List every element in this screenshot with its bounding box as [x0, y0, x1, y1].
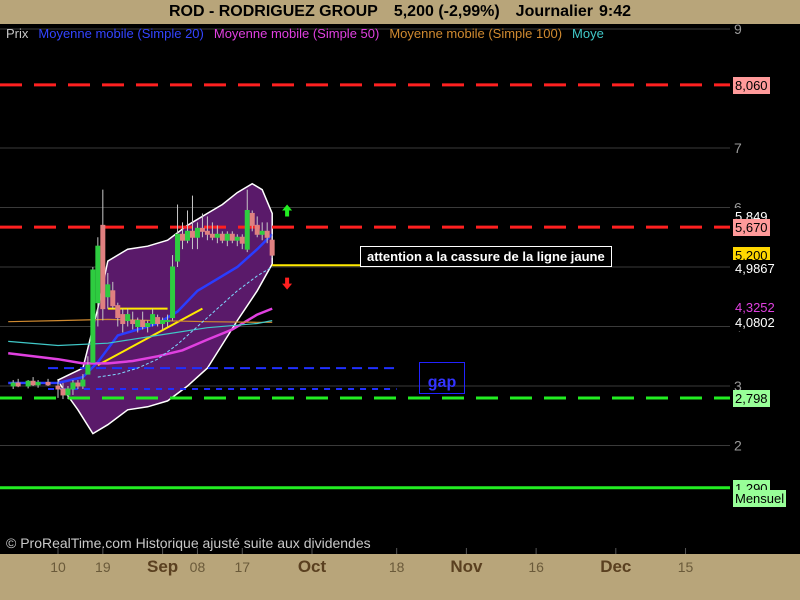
candle-body: [115, 305, 121, 319]
price-tag: 4,0802: [733, 313, 777, 331]
candle-body: [244, 209, 250, 250]
candle-body: [30, 380, 36, 386]
legend-item[interactable]: Moye: [572, 26, 604, 41]
candle-body: [105, 284, 111, 298]
candle-body: [60, 388, 66, 396]
candle-body: [180, 233, 186, 241]
candle-body: [234, 236, 240, 241]
candle-body: [90, 269, 96, 363]
x-tick-label: Oct: [298, 557, 327, 576]
x-tick-label: Dec: [600, 557, 631, 576]
price-tag: 4,9867: [733, 259, 777, 277]
candle-body: [95, 245, 101, 304]
candle-body: [80, 379, 86, 387]
candle-body: [259, 230, 265, 235]
candle-body: [184, 230, 190, 241]
candle-body: [15, 382, 21, 387]
price-tag: 5,670: [733, 219, 770, 237]
candle-body: [165, 320, 171, 323]
arrow-down-icon: [282, 277, 293, 290]
x-tick-label: 10: [50, 559, 66, 575]
y-tick-label: 2: [734, 438, 742, 454]
candle-body: [120, 314, 126, 325]
candle-body: [85, 364, 91, 375]
candle-body: [110, 290, 116, 307]
candle-body: [204, 230, 210, 235]
x-tick-label: Nov: [450, 557, 483, 576]
x-tick-label: 16: [528, 559, 544, 575]
candle-body: [150, 314, 156, 325]
candle-body: [135, 320, 141, 327]
price-tag: Mensuel: [733, 489, 787, 507]
price-tag: 8,060: [733, 76, 770, 94]
x-tick-label: 15: [678, 559, 694, 575]
candle-body: [70, 382, 76, 390]
y-tick-label: 7: [734, 140, 742, 156]
candle-body: [125, 314, 131, 322]
candle-body: [10, 382, 16, 387]
candle-body: [199, 227, 205, 232]
candle-body: [145, 323, 151, 327]
x-tick-label: 08: [190, 559, 206, 575]
candle-body: [249, 212, 255, 226]
legend-item[interactable]: Moyenne mobile (Simple 100): [389, 26, 562, 41]
candle-body: [175, 233, 181, 262]
price-tag: 2,798: [733, 390, 770, 408]
candle-body: [75, 382, 81, 387]
candle-body: [254, 224, 260, 235]
annotation-gap: gap: [419, 362, 465, 394]
annotation-note: attention a la cassure de la ligne jaune: [360, 246, 612, 267]
x-tick-label: 19: [95, 559, 111, 575]
chart-window: ROD - RODRIGUEZ GROUP 5,200 (-2,99%) Jou…: [0, 0, 800, 600]
arrow-up-icon: [282, 204, 293, 217]
candle-body: [194, 227, 200, 238]
y-tick-label: 9: [734, 21, 742, 37]
copyright-text: © ProRealTime.com Historique ajusté suit…: [6, 535, 371, 551]
legend-item[interactable]: Moyenne mobile (Simple 50): [214, 26, 379, 41]
candle-body: [25, 380, 31, 387]
candle-body: [170, 266, 176, 319]
candle-body: [209, 233, 215, 238]
candle-body: [269, 239, 275, 256]
candle-body: [155, 317, 161, 325]
candle-body: [160, 320, 166, 325]
candle-body: [100, 224, 106, 310]
legend: Prix Moyenne mobile (Simple 20) Moyenne mo…: [6, 26, 614, 41]
candle-body: [65, 388, 71, 396]
candle-body: [239, 236, 245, 244]
candle-body: [214, 233, 220, 238]
x-tick-label: 17: [234, 559, 250, 575]
candle-body: [219, 233, 225, 241]
candle-body: [224, 233, 230, 241]
candle-body: [140, 320, 146, 327]
legend-item[interactable]: Prix: [6, 26, 28, 41]
price-chart: 23456791019Sep0817Oct18Nov16Dec15: [0, 21, 742, 576]
candle-body: [229, 233, 235, 241]
x-tick-label: 18: [389, 559, 405, 575]
candle-body: [35, 381, 41, 386]
x-tick-label: Sep: [147, 557, 178, 576]
candle-body: [45, 381, 51, 386]
candle-body: [264, 230, 270, 238]
candle-body: [55, 385, 61, 390]
legend-item[interactable]: Moyenne mobile (Simple 20): [38, 26, 203, 41]
candle-body: [189, 230, 195, 238]
candle-body: [130, 320, 136, 325]
